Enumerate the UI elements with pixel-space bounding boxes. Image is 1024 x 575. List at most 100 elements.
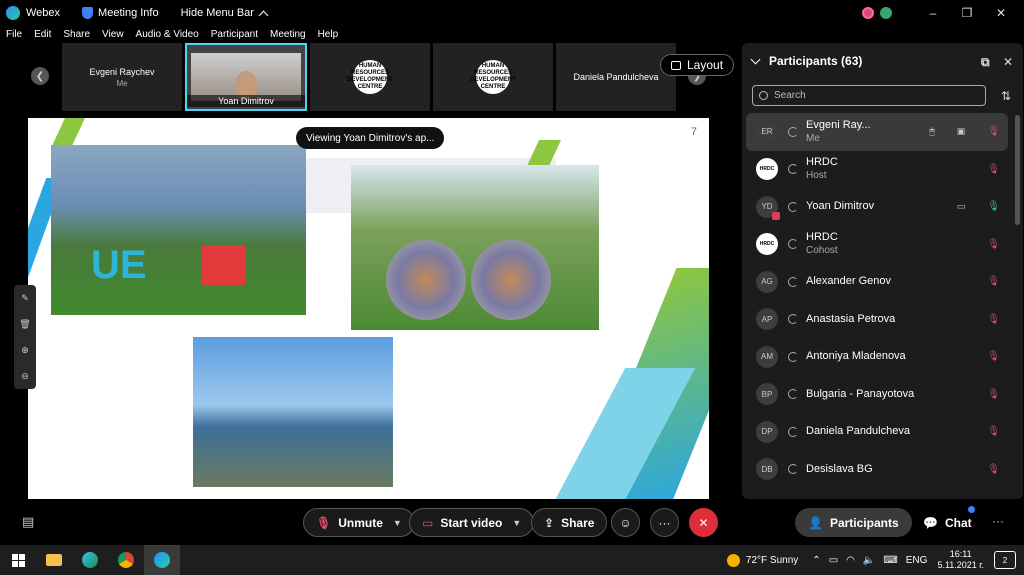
menu-help[interactable]: Help — [318, 29, 339, 40]
pen-icon[interactable]: ✎ — [21, 293, 29, 304]
participant-row[interactable]: BP Bulgaria - Panayotova 🎙 — [746, 376, 1008, 414]
mic-muted-icon[interactable]: 🎙 — [987, 464, 1000, 475]
network-status-icon[interactable] — [880, 7, 892, 19]
more-icon[interactable]: ··· — [992, 514, 1004, 528]
filmstrip-prev-button[interactable]: ❮ — [31, 67, 49, 85]
edge-button[interactable] — [72, 545, 108, 575]
unmute-button[interactable]: 🎙 Unmute ▼ — [303, 508, 415, 537]
group-photo-1: UE — [51, 145, 306, 315]
avatar: HRDC — [756, 158, 778, 181]
tile-name: Yoan Dimitrov — [187, 95, 305, 107]
chrome-button[interactable] — [108, 545, 144, 575]
collapse-icon[interactable] — [750, 54, 761, 64]
shared-content[interactable]: 7 UE — [28, 118, 709, 499]
weather-icon[interactable] — [726, 553, 740, 567]
mic-muted-icon[interactable]: 🎙 — [987, 239, 1000, 250]
mic-muted-icon[interactable]: 🎙 — [987, 126, 1000, 137]
participant-name-block: Anastasia Petrova — [806, 313, 895, 326]
menu-audio-video[interactable]: Audio & Video — [136, 29, 199, 40]
webex-taskbar-button[interactable] — [144, 545, 180, 575]
participant-row[interactable]: HRDC HRDC Host 🎙 — [746, 151, 1008, 189]
mic-on-icon[interactable]: 🎙 — [987, 201, 1000, 212]
search-icon — [759, 91, 768, 100]
weather-text[interactable]: 72°F Sunny — [746, 555, 798, 566]
menu-view[interactable]: View — [102, 29, 124, 40]
start-button[interactable] — [0, 545, 36, 575]
mic-muted-icon[interactable]: 🎙 — [987, 351, 1000, 362]
network-icon[interactable]: ▭ — [829, 555, 838, 566]
mic-muted-icon[interactable]: 🎙 — [987, 314, 1000, 325]
participant-row[interactable]: YD Yoan Dimitrov ▭ 🎙 — [746, 188, 1008, 226]
participant-row[interactable]: DP Daniela Pandulcheva 🎙 — [746, 413, 1008, 451]
file-explorer-button[interactable] — [36, 545, 72, 575]
participant-row[interactable]: AP Anastasia Petrova 🎙 — [746, 301, 1008, 339]
language-indicator[interactable]: ENG — [906, 555, 928, 566]
popout-icon[interactable]: ⧉ — [981, 55, 990, 69]
participant-row[interactable]: AM Antoniya Mladenova 🎙 — [746, 338, 1008, 376]
video-filmstrip: ❮ Evgeni Raychev Me Yoan Dimitrov HUMAN R… — [28, 43, 740, 111]
layout-label: Layout — [687, 58, 724, 72]
meeting-info-button[interactable]: Meeting Info — [82, 7, 159, 19]
more-options-button[interactable]: ··· — [650, 508, 679, 537]
chevron-down-icon[interactable]: ▼ — [393, 518, 402, 528]
participant-row[interactable]: DB Desislava BG 🎙 — [746, 451, 1008, 489]
start-video-button[interactable]: ▭ Start video ▼ — [409, 508, 535, 537]
menu-edit[interactable]: Edit — [34, 29, 51, 40]
zoom-out-icon[interactable]: ⊖ — [21, 371, 29, 382]
zoom-in-icon[interactable]: ⊕ — [21, 345, 29, 356]
participant-row[interactable]: HRDC HRDC Cohost 🎙 — [746, 226, 1008, 264]
menu-participant[interactable]: Participant — [211, 29, 258, 40]
video-tile-hrdc-2[interactable]: HUMAN RESOURCES DEVELOPMENT CENTRE — [433, 43, 553, 111]
audio-icon — [788, 164, 798, 175]
share-button[interactable]: ⇪ Share — [531, 508, 608, 537]
panel-header: Participants (63) ⧉ ✕ — [742, 43, 1023, 79]
viewing-indicator[interactable]: Viewing Yoan Dimitrov's ap... — [296, 127, 445, 149]
caption-icon[interactable]: ▣ — [957, 126, 966, 137]
restore-button[interactable]: ❐ — [950, 6, 984, 20]
hide-menu-bar-button[interactable]: Hide Menu Bar — [181, 7, 269, 20]
video-tile-yoan[interactable]: Yoan Dimitrov — [185, 43, 307, 111]
trash-icon[interactable]: 🗑 — [19, 319, 30, 330]
video-tile-hrdc-1[interactable]: HUMAN RESOURCES DEVELOPMENT CENTRE — [310, 43, 430, 111]
video-tile-evgeni[interactable]: Evgeni Raychev Me — [62, 43, 182, 111]
participant-row[interactable]: AG Alexander Genov 🎙 — [746, 263, 1008, 301]
chrome-icon — [118, 552, 134, 568]
audio-icon — [788, 351, 798, 362]
leave-meeting-button[interactable]: ✕ — [689, 508, 718, 537]
presenter-badge-icon — [772, 211, 780, 220]
wifi-icon[interactable]: ◠ — [846, 555, 855, 566]
mic-muted-icon[interactable]: 🎙 — [987, 389, 1000, 400]
clock[interactable]: 16:11 5.11.2021 г. — [937, 549, 984, 571]
minimize-button[interactable]: – — [916, 6, 950, 20]
menu-share[interactable]: Share — [63, 29, 90, 40]
menu-file[interactable]: File — [6, 29, 22, 40]
video-camera-icon[interactable]: ▭ — [957, 201, 966, 212]
menu-meeting[interactable]: Meeting — [270, 29, 306, 40]
mouse-icon[interactable]: 🖱 — [929, 126, 934, 137]
close-button[interactable]: ✕ — [984, 6, 1018, 20]
mic-muted-icon[interactable]: 🎙 — [987, 276, 1000, 287]
avatar: AM — [756, 345, 778, 368]
mic-muted-icon[interactable]: 🎙 — [987, 426, 1000, 437]
captions-icon[interactable]: ▤ — [22, 514, 34, 530]
recording-status-icon[interactable] — [862, 7, 874, 19]
reactions-button[interactable]: ☺ — [611, 508, 640, 537]
sort-icon[interactable]: ⇅ — [1001, 89, 1011, 103]
tray-overflow-icon[interactable]: ⌃ — [812, 555, 820, 566]
keyboard-icon[interactable]: ⌨ — [883, 555, 897, 566]
windows-icon — [11, 553, 25, 567]
volume-icon[interactable]: 🔈 — [863, 555, 875, 566]
participant-name-block: Yoan Dimitrov — [806, 200, 874, 213]
layout-button[interactable]: Layout — [660, 54, 735, 76]
participant-role: Me — [806, 132, 820, 144]
close-panel-icon[interactable]: ✕ — [1003, 55, 1013, 69]
participant-name: Alexander Genov — [806, 275, 891, 288]
participants-button[interactable]: 👤 Participants — [795, 508, 912, 537]
chevron-down-icon[interactable]: ▼ — [512, 518, 521, 528]
mic-muted-icon[interactable]: 🎙 — [987, 164, 1000, 175]
participant-row[interactable]: ER Evgeni Ray... Me 🖱 ▣ 🎙 — [746, 113, 1008, 151]
participant-search-input[interactable]: Search — [752, 85, 986, 106]
video-tile-daniela[interactable]: Daniela Pandulcheva — [556, 43, 676, 111]
panel-scrollbar[interactable] — [1015, 115, 1020, 225]
notifications-button[interactable]: 2 — [994, 551, 1016, 569]
